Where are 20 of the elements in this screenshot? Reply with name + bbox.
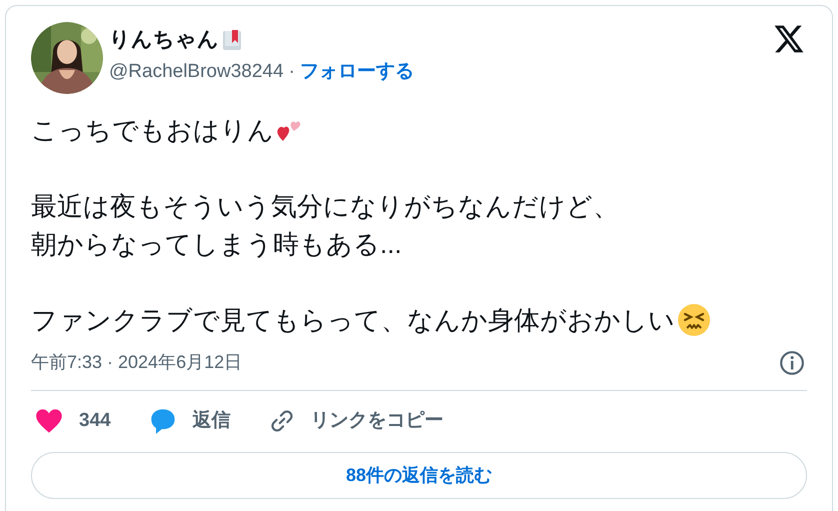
heart-icon	[35, 408, 63, 434]
link-icon	[268, 408, 295, 434]
x-logo-icon[interactable]	[773, 24, 805, 54]
tweet-text: 最近は夜もそういう気分になりがちなんだけど、	[31, 190, 619, 223]
like-button[interactable]: 344	[35, 407, 111, 436]
tweet-text: こっちでもおはりん	[31, 114, 274, 147]
follow-link[interactable]: フォローする	[300, 58, 414, 86]
speech-bubble-icon	[148, 407, 177, 436]
separator-dot: ·	[288, 60, 295, 84]
read-replies-button[interactable]: 88件の返信を読む	[31, 452, 807, 498]
author-handle: @RachelBrow38244	[109, 60, 284, 84]
tweet-text: ファンクラブで見てもらって、なんか身体がおかしい	[31, 304, 675, 337]
book-icon	[221, 29, 243, 51]
copy-link-button[interactable]: リンクをコピー	[268, 407, 444, 436]
info-icon[interactable]	[779, 350, 805, 376]
persevering-face-icon	[677, 303, 711, 337]
reply-button[interactable]: 返信	[148, 407, 231, 436]
tweet-text: 朝からなってしまう時もある...	[31, 228, 402, 261]
author-name[interactable]: りんちゃん	[109, 26, 219, 54]
timestamp[interactable]: 午前7:33 · 2024年6月12日	[31, 349, 242, 376]
